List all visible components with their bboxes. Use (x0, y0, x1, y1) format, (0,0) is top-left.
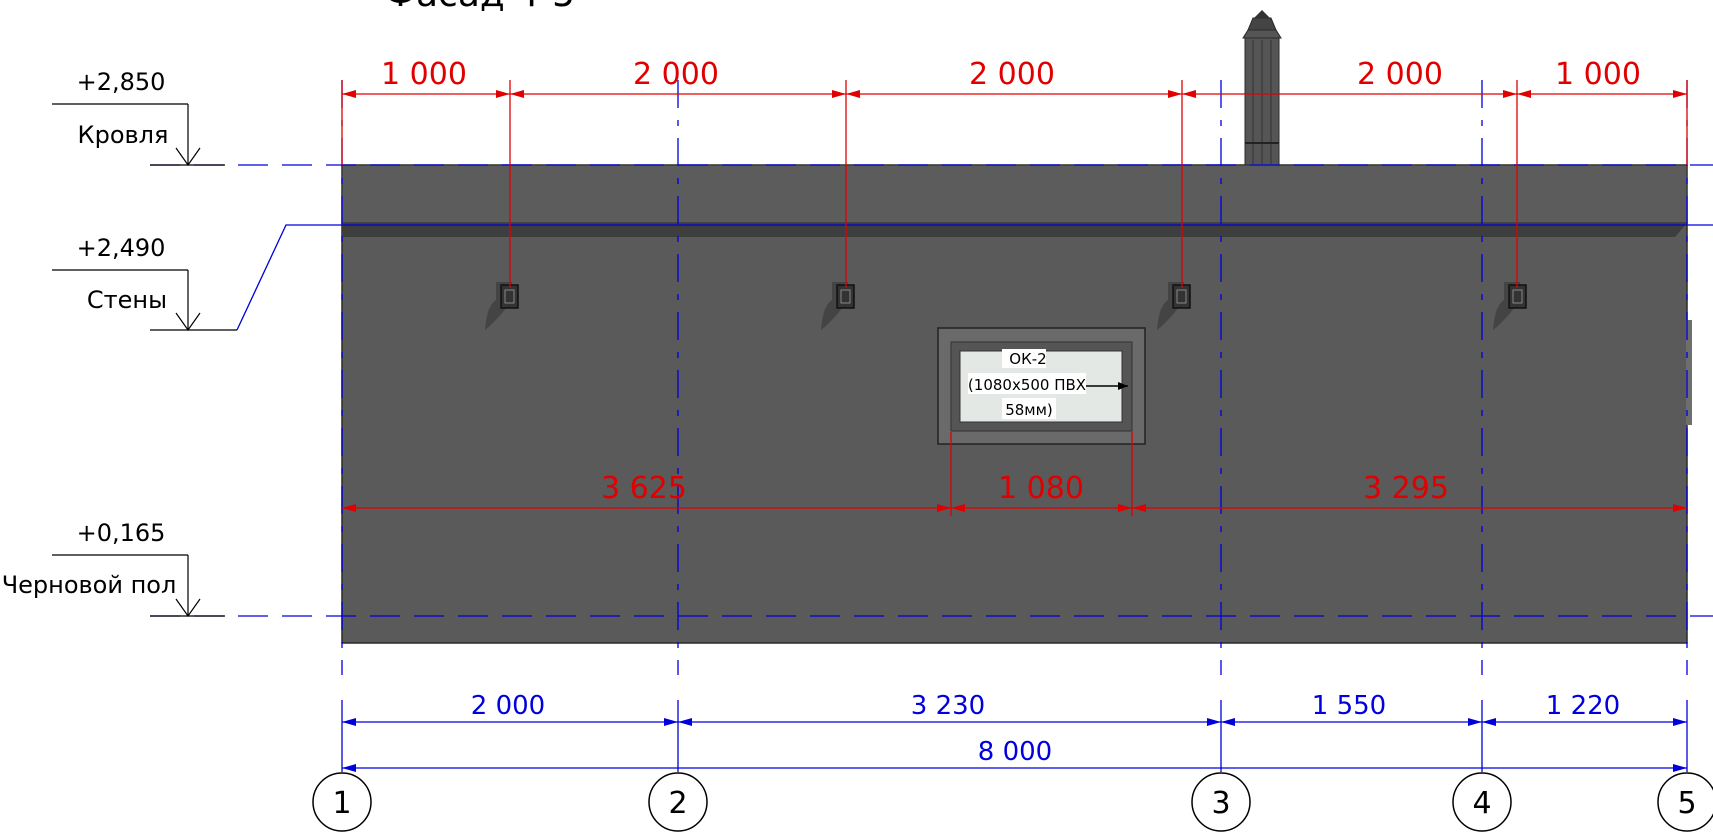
level-marker-walls: +2,490 Стены (52, 234, 237, 332)
level-marker-roof: +2,850 Кровля (52, 68, 225, 167)
roof-fascia (341, 164, 1688, 224)
window-tag-profile: 58мм) (1005, 401, 1053, 419)
window-ok2: ОК-2 (1080х500 ПВХ 58мм) (937, 327, 1146, 445)
window-tag-size: (1080х500 ПВХ (968, 376, 1086, 394)
level-marker-floor: +0,165 Черновой пол (2, 519, 225, 618)
level-name: Стены (87, 286, 167, 314)
level-name: Кровля (78, 121, 169, 149)
facade-title: Фасад 4-5 (385, 0, 575, 15)
dim-label: 3 295 (1363, 471, 1449, 506)
bottom-dimension-chain: 2 000 3 230 1 550 1 220 8 000 (341, 691, 1688, 772)
window-tag-mark: ОК-2 (1009, 350, 1046, 368)
chimney (1242, 10, 1282, 166)
level-markers: +2,850 Кровля +2,490 Стены +0,165 Чернов… (2, 68, 237, 618)
axis-label: 1 (332, 786, 351, 821)
level-elevation: +2,850 (77, 68, 166, 96)
dim-label: 1 220 (1546, 691, 1620, 721)
axis-label: 3 (1211, 786, 1230, 821)
dim-label: 2 000 (969, 57, 1055, 92)
dim-label: 2 000 (1357, 57, 1443, 92)
level-elevation: +2,490 (77, 234, 166, 262)
axis-label: 2 (668, 786, 687, 821)
overall-dim-label: 8 000 (978, 737, 1052, 767)
level-elevation: +0,165 (77, 519, 166, 547)
dim-label: 2 000 (471, 691, 545, 721)
axis-label: 5 (1677, 786, 1696, 821)
dim-label: 1 550 (1312, 691, 1386, 721)
axis-markers (312, 772, 1713, 832)
dim-label: 1 000 (381, 57, 467, 92)
dim-label: 3 625 (601, 471, 687, 506)
dim-label: 2 000 (633, 57, 719, 92)
axis-label: 4 (1472, 786, 1491, 821)
level-name: Черновой пол (2, 571, 177, 599)
dim-label: 1 000 (1555, 57, 1641, 92)
facade-drawing: Фасад 4-5 (2, 0, 1713, 832)
dim-label: 3 230 (911, 691, 985, 721)
dim-label: 1 080 (998, 471, 1084, 506)
